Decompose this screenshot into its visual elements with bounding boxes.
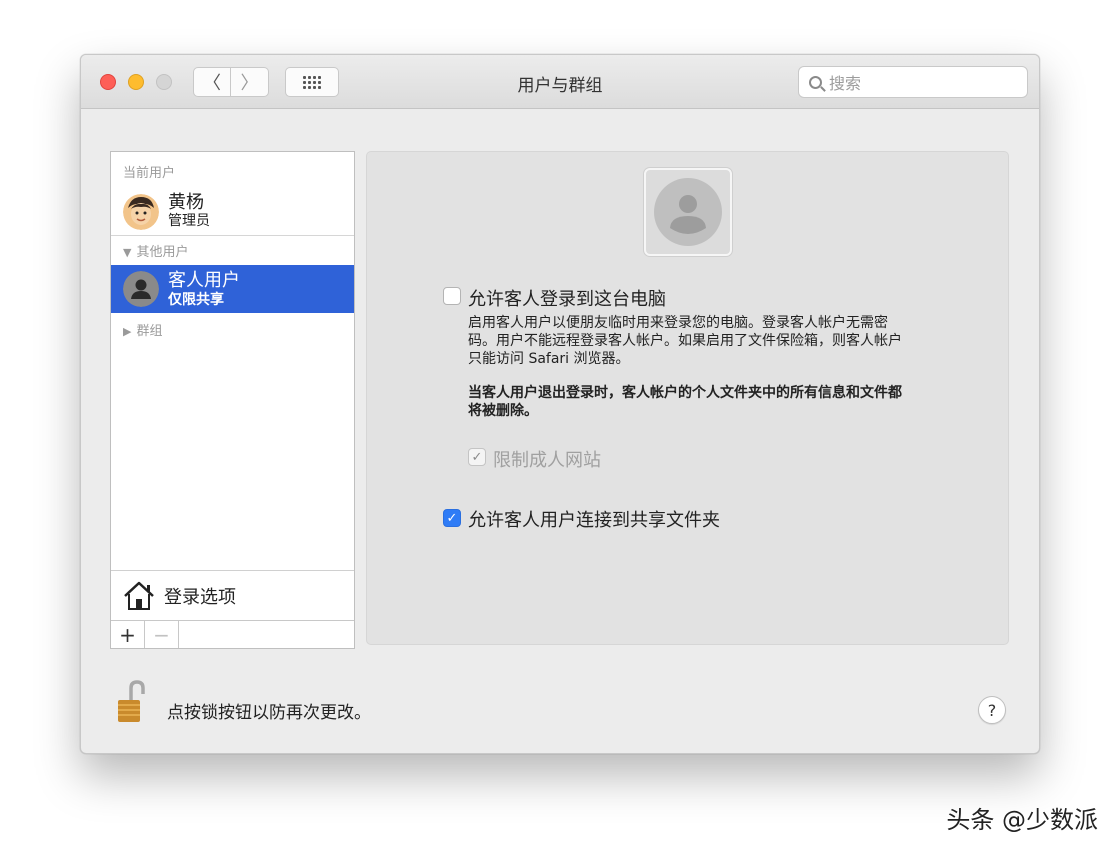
current-users-header: 当前用户 [123,166,176,181]
checkmark-icon: ✓ [446,510,458,526]
user-avatar-icon [123,194,159,230]
allow-shared-folders-label: 允许客人用户连接到共享文件夹 [468,510,720,531]
description-line: 只能访问 Safari 浏览器。 [468,351,630,367]
guest-avatar-icon [123,271,159,307]
sidebar-toolbar: + − [111,620,354,648]
disclosure-closed-icon: ▶ [123,325,132,338]
user-row-current[interactable]: 黄杨 管理员 [111,182,354,230]
guest-warning: 当客人用户退出登录时，客人帐户的个人文件夹中的所有信息和文件都 将被删除。 [468,384,978,420]
guest-user-role: 仅限共享 [168,292,224,308]
user-picture[interactable] [644,168,732,256]
warning-line: 当客人用户退出登录时，客人帐户的个人文件夹中的所有信息和文件都 [468,385,902,401]
groups-label: 群组 [136,324,163,339]
allow-shared-folders-checkbox[interactable]: ✓ [443,509,461,527]
guest-settings-panel: 允许客人登录到这台电脑 启用客人用户以便朋友临时用来登录您的电脑。登录客人帐户无… [366,151,1009,645]
login-options-item[interactable]: 登录选项 [111,570,354,620]
preferences-window: 〈 〉 用户与群组 搜索 当前用户 黄杨 管理员 ▼ 其他用户 客人用户 仅限共… [80,54,1040,754]
description-line: 启用客人用户以便朋友临时用来登录您的电脑。登录客人帐户无需密 [468,315,888,331]
house-icon [124,581,154,610]
users-sidebar: 当前用户 黄杨 管理员 ▼ 其他用户 客人用户 仅限共享 ▶ 群组 登录选项 +… [110,151,355,649]
remove-user-button[interactable]: − [145,621,179,648]
limit-adult-sites-label: 限制成人网站 [493,450,601,471]
allow-guest-login-label: 允许客人登录到这台电脑 [468,289,666,310]
user-silhouette-icon [654,178,722,246]
lock-hint-text: 点按锁按钮以防再次更改。 [167,703,371,723]
limit-adult-sites-checkbox[interactable]: ✓ [468,448,486,466]
add-user-button[interactable]: + [111,621,145,648]
other-users-label: 其他用户 [136,245,189,260]
description-line: 码。用户不能远程登录客人帐户。如果启用了文件保险箱，则客人帐户 [468,333,902,349]
checkmark-icon: ✓ [471,449,483,465]
allow-guest-login-checkbox[interactable] [443,287,461,305]
current-user-role: 管理员 [168,213,210,229]
disclosure-open-icon: ▼ [123,246,132,259]
user-row-guest[interactable]: 客人用户 仅限共享 [111,265,354,313]
search-placeholder: 搜索 [829,74,862,93]
lock-open-icon[interactable] [116,680,146,724]
groups-header[interactable]: ▶ 群组 [123,320,162,339]
title-bar: 〈 〉 用户与群组 搜索 [81,55,1039,109]
login-options-label: 登录选项 [164,586,236,608]
divider [111,235,354,236]
help-button[interactable]: ? [978,696,1006,724]
other-users-header[interactable]: ▼ 其他用户 [123,241,188,260]
search-field[interactable]: 搜索 [798,66,1028,98]
search-icon [809,75,822,89]
warning-line: 将被删除。 [468,403,538,419]
guest-description: 启用客人用户以便朋友临时用来登录您的电脑。登录客人帐户无需密 码。用户不能远程登… [468,314,978,368]
watermark-text: 头条 @少数派 [946,806,1098,834]
